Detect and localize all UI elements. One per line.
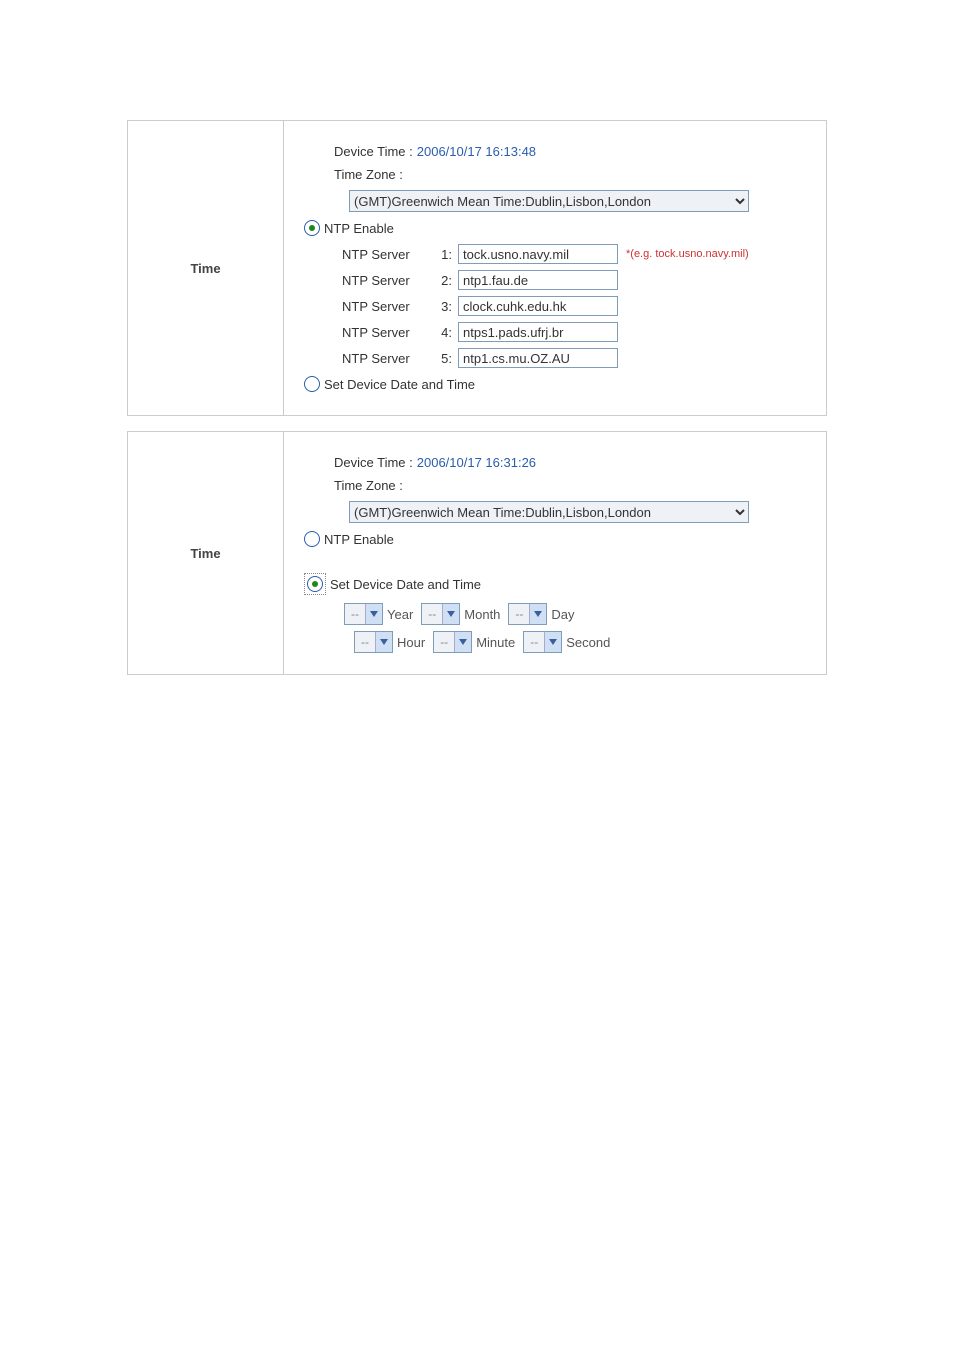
ntp-server-row-2: NTP Server 2: [342,270,816,290]
ntp-enable-row[interactable]: NTP Enable [304,531,816,547]
chevron-down-icon [365,604,382,624]
ntp-server-label: NTP Server [342,351,432,366]
minute-select[interactable]: -- [433,631,472,653]
year-label: Year [387,607,413,622]
ntp-enable-row[interactable]: NTP Enable [304,220,816,236]
ntp-server-num: 4: [432,325,452,340]
chevron-down-icon [529,604,546,624]
chevron-down-icon [375,632,392,652]
timezone-row: (GMT)Greenwich Mean Time:Dublin,Lisbon,L… [349,501,816,523]
ntp-server-num: 3: [432,299,452,314]
chevron-down-icon [544,632,561,652]
second-label: Second [566,635,610,650]
select-value: -- [509,607,529,621]
radio-set-device[interactable] [307,576,323,592]
select-value: -- [434,635,454,649]
radio-set-device[interactable] [304,376,320,392]
set-device-label: Set Device Date and Time [324,377,475,392]
timezone-label: Time Zone : [334,167,403,182]
select-value: -- [524,635,544,649]
ntp-server-input-2[interactable] [458,270,618,290]
device-time-value: 2006/10/17 16:31:26 [417,455,536,470]
day-select[interactable]: -- [508,603,547,625]
date-row: -- Year -- Month -- [342,603,816,625]
chevron-down-icon [454,632,471,652]
time-row: -- Hour -- Minute -- [352,631,816,653]
second-select[interactable]: -- [523,631,562,653]
select-value: -- [345,607,365,621]
ntp-server-num: 5: [432,351,452,366]
timezone-select[interactable]: (GMT)Greenwich Mean Time:Dublin,Lisbon,L… [349,501,749,523]
ntp-server-row-1: NTP Server 1: *(e.g. tock.usno.navy.mil) [342,244,816,264]
timezone-row: (GMT)Greenwich Mean Time:Dublin,Lisbon,L… [349,190,816,212]
time-panel-manual: Time Device Time : 2006/10/17 16:31:26 T… [127,431,827,675]
ntp-enable-label: NTP Enable [324,532,394,547]
ntp-server-input-3[interactable] [458,296,618,316]
ntp-server-input-5[interactable] [458,348,618,368]
set-device-row[interactable]: Set Device Date and Time [304,573,816,595]
ntp-server-row-5: NTP Server 5: [342,348,816,368]
device-time-row: Device Time : 2006/10/17 16:13:48 [334,144,816,159]
month-label: Month [464,607,500,622]
panel-title: Time [128,432,284,674]
ntp-server-input-4[interactable] [458,322,618,342]
radio-ntp-enable[interactable] [304,531,320,547]
minute-label: Minute [476,635,515,650]
select-value: -- [422,607,442,621]
radio-ntp-enable[interactable] [304,220,320,236]
panel-body: Device Time : 2006/10/17 16:13:48 Time Z… [284,121,826,415]
timezone-label-row: Time Zone : [334,167,816,182]
panel-body: Device Time : 2006/10/17 16:31:26 Time Z… [284,432,826,674]
month-select[interactable]: -- [421,603,460,625]
select-value: -- [355,635,375,649]
ntp-server-label: NTP Server [342,325,432,340]
ntp-server-num: 1: [432,247,452,262]
timezone-select[interactable]: (GMT)Greenwich Mean Time:Dublin,Lisbon,L… [349,190,749,212]
ntp-server-input-1[interactable] [458,244,618,264]
ntp-server-num: 2: [432,273,452,288]
ntp-enable-label: NTP Enable [324,221,394,236]
hour-select[interactable]: -- [354,631,393,653]
ntp-server-hint: *(e.g. tock.usno.navy.mil) [626,248,749,260]
device-time-label: Device Time : [334,144,413,159]
day-label: Day [551,607,574,622]
timezone-label: Time Zone : [334,478,403,493]
timezone-label-row: Time Zone : [334,478,816,493]
device-time-row: Device Time : 2006/10/17 16:31:26 [334,455,816,470]
hour-label: Hour [397,635,425,650]
panel-title: Time [128,121,284,415]
ntp-server-label: NTP Server [342,299,432,314]
set-device-label: Set Device Date and Time [330,577,481,592]
time-panel-ntp: Time Device Time : 2006/10/17 16:13:48 T… [127,120,827,416]
ntp-server-label: NTP Server [342,247,432,262]
device-time-value: 2006/10/17 16:13:48 [417,144,536,159]
ntp-server-row-4: NTP Server 4: [342,322,816,342]
year-select[interactable]: -- [344,603,383,625]
chevron-down-icon [442,604,459,624]
ntp-server-row-3: NTP Server 3: [342,296,816,316]
set-device-row[interactable]: Set Device Date and Time [304,376,816,392]
radio-focus-ring [304,573,326,595]
ntp-server-label: NTP Server [342,273,432,288]
device-time-label: Device Time : [334,455,413,470]
